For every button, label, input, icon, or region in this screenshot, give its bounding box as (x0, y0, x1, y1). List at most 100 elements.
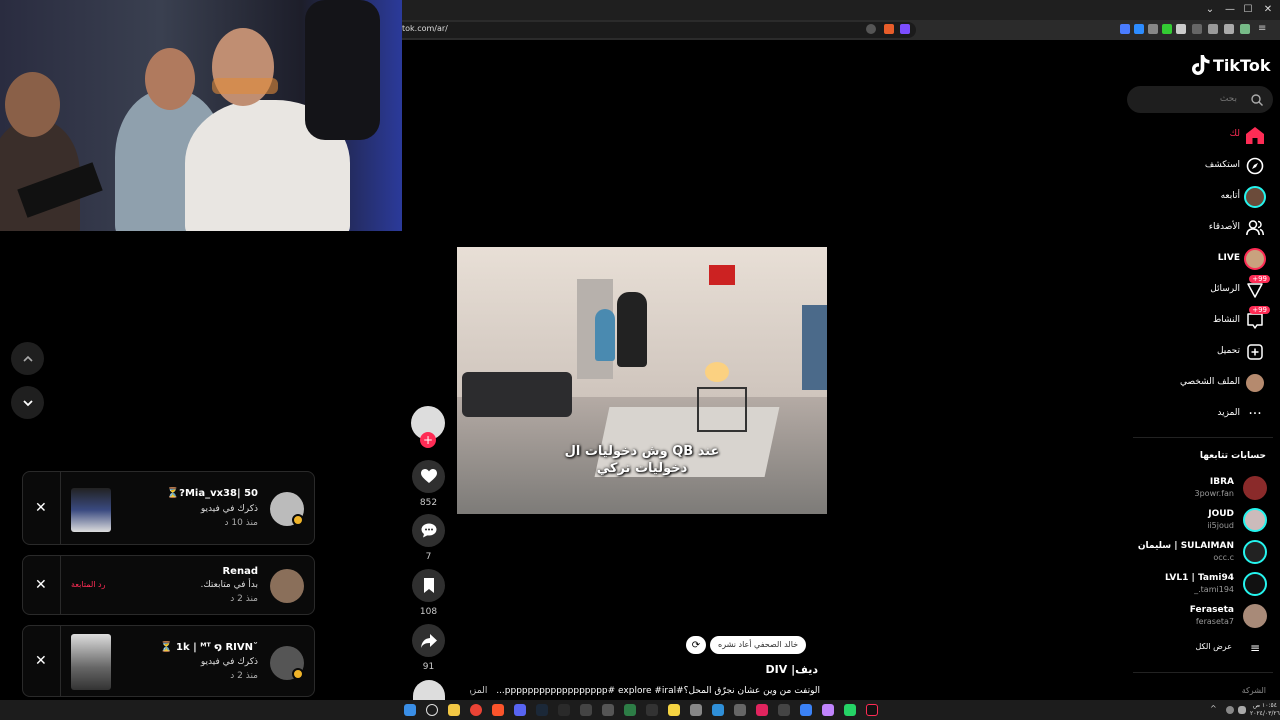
app-icon[interactable] (624, 704, 636, 716)
followed-account[interactable]: سليمان | SULAIMAN occ.c (1135, 538, 1270, 568)
comment-button[interactable] (412, 514, 445, 547)
chrome-icon[interactable] (470, 704, 482, 716)
address-url[interactable]: tok.com/ar/ (402, 24, 448, 33)
nav-following[interactable]: أتابعه (1140, 186, 1270, 210)
search-box[interactable] (1127, 86, 1273, 113)
follow-plus-icon[interactable]: + (420, 432, 436, 448)
close-icon[interactable]: ✕ (35, 577, 47, 593)
brave-icon[interactable] (492, 704, 504, 716)
maximize-icon[interactable]: ☐ (1238, 2, 1258, 18)
nav-upload[interactable]: تحميل (1140, 341, 1270, 365)
company-link[interactable]: الشركة (1242, 686, 1266, 695)
notification-user[interactable]: ˘1k | ᴹᵀ ໑ RIVN ⏳ (160, 642, 258, 653)
app-icon[interactable] (756, 704, 768, 716)
extension-icon[interactable] (1120, 24, 1130, 34)
minimize-icon[interactable]: — (1220, 2, 1240, 18)
close-icon[interactable]: ✕ (35, 653, 47, 669)
like-button[interactable] (412, 460, 445, 493)
repost-icon[interactable]: ⟳ (686, 636, 706, 654)
extension-icon[interactable] (1134, 24, 1144, 34)
avatar[interactable] (270, 569, 304, 603)
wallet-icon[interactable] (1224, 24, 1234, 34)
followed-account[interactable]: IBRA 3powr.fan (1135, 474, 1270, 504)
notification-card[interactable]: ✕ ˘1k | ᴹᵀ ໑ RIVN ⏳ ذكرك في فيديو منذ 2 … (22, 625, 315, 697)
app-icon[interactable] (778, 704, 790, 716)
avatar (1243, 604, 1267, 628)
video-flag (709, 265, 735, 285)
share-button[interactable] (412, 624, 445, 657)
follow-back-button[interactable]: رد المتابعة (71, 580, 105, 589)
music-disc-icon[interactable] (413, 680, 445, 700)
nav-for-you[interactable]: لك (1140, 124, 1270, 148)
search-input[interactable] (1137, 91, 1237, 107)
video-thumbnail[interactable] (71, 634, 111, 690)
extension-icon[interactable] (1148, 24, 1158, 34)
tray-chevron-icon[interactable]: ^ (1210, 704, 1222, 716)
dropdown-icon[interactable]: ⌄ (1200, 2, 1220, 18)
repost-info[interactable]: ⟳ خالد الصحفي أعاد نشره (686, 636, 807, 654)
nav-more[interactable]: المزيد ··· (1140, 403, 1270, 427)
previous-video-button[interactable] (11, 342, 44, 375)
app-icon[interactable] (712, 704, 724, 716)
menu-icon[interactable]: ≡ (1258, 24, 1268, 34)
save-button[interactable] (412, 569, 445, 602)
file-explorer-icon[interactable] (448, 704, 460, 716)
notification-user[interactable]: Renad (222, 566, 258, 577)
search-icon[interactable] (426, 704, 438, 716)
windows-start-icon[interactable] (404, 704, 416, 716)
app-icon[interactable] (668, 704, 680, 716)
network-icon[interactable] (1226, 706, 1234, 714)
nav-messages[interactable]: الرسائل +99 (1140, 275, 1270, 303)
notification-card[interactable]: ✕ رد المتابعة Renad بدأ في متابعتك. منذ … (22, 555, 315, 615)
head-middle (145, 48, 195, 110)
followed-account[interactable]: Feraseta feraseta7 (1135, 602, 1270, 632)
home-icon (1244, 124, 1266, 146)
see-all-button[interactable]: عرض الكل ≡ (1140, 637, 1270, 661)
video-author[interactable]: ديف| DIV (766, 663, 818, 676)
notification-user[interactable]: Mia_vx38| 50?⏳ (167, 488, 258, 499)
account-handle: feraseta7 (1195, 617, 1234, 626)
brave-shield-icon[interactable] (884, 24, 894, 34)
tiktok-icon[interactable] (866, 704, 878, 716)
volume-icon[interactable] (1238, 706, 1246, 714)
nav-activity[interactable]: النشاط +99 (1140, 306, 1270, 334)
discord-icon[interactable] (514, 704, 526, 716)
address-bar[interactable] (394, 22, 916, 38)
nav-friends[interactable]: الأصدقاء (1140, 217, 1270, 241)
notification-card[interactable]: ✕ Mia_vx38| 50?⏳ ذكرك في فيديو منذ 10 د (22, 471, 315, 545)
close-icon[interactable]: ✕ (35, 500, 47, 516)
app-icon[interactable] (646, 704, 658, 716)
logo-text: TikTok (1213, 55, 1271, 75)
sidebar-toggle-icon[interactable] (1208, 24, 1218, 34)
repost-label[interactable]: خالد الصحفي أعاد نشره (710, 636, 807, 654)
followed-account[interactable]: LVL1 | Tami94 _.tami194 (1135, 570, 1270, 600)
app-icon[interactable] (690, 704, 702, 716)
video-player[interactable]: وش دخوليات ال QB عند دخوليات تركي (457, 247, 827, 514)
next-video-button[interactable] (11, 386, 44, 419)
steam-icon[interactable] (536, 704, 548, 716)
app-icon[interactable] (602, 704, 614, 716)
terminal-icon[interactable] (558, 704, 570, 716)
nav-profile[interactable]: الملف الشخصي (1140, 372, 1270, 396)
caption-more-button[interactable]: المزيد (470, 686, 487, 696)
app-icon[interactable] (734, 704, 746, 716)
followed-account[interactable]: JOUD ii5joud (1135, 506, 1270, 536)
vpn-icon[interactable] (1240, 24, 1250, 34)
video-thumbnail[interactable] (71, 488, 111, 532)
nav-live[interactable]: LIVE (1140, 248, 1270, 272)
nav-explore[interactable]: استكشف (1140, 155, 1270, 179)
obs-icon[interactable] (580, 704, 592, 716)
app-icon[interactable] (822, 704, 834, 716)
zoom-icon[interactable] (866, 24, 876, 34)
tiktok-logo[interactable]: TikTok (1192, 55, 1270, 75)
system-clock[interactable]: ١٠:٥٤ ص ٢٠٢٤/٠٣/٢٦ (1250, 702, 1280, 718)
extensions-puzzle-icon[interactable] (1192, 24, 1202, 34)
sunglasses (212, 78, 278, 94)
app-icon[interactable] (800, 704, 812, 716)
whatsapp-icon[interactable] (844, 704, 856, 716)
extension-icon[interactable] (1176, 24, 1186, 34)
close-window-icon[interactable]: ✕ (1258, 2, 1278, 18)
brave-rewards-icon[interactable] (900, 24, 910, 34)
extension-icon[interactable] (1162, 24, 1172, 34)
nav-label: تحميل (1216, 346, 1240, 356)
